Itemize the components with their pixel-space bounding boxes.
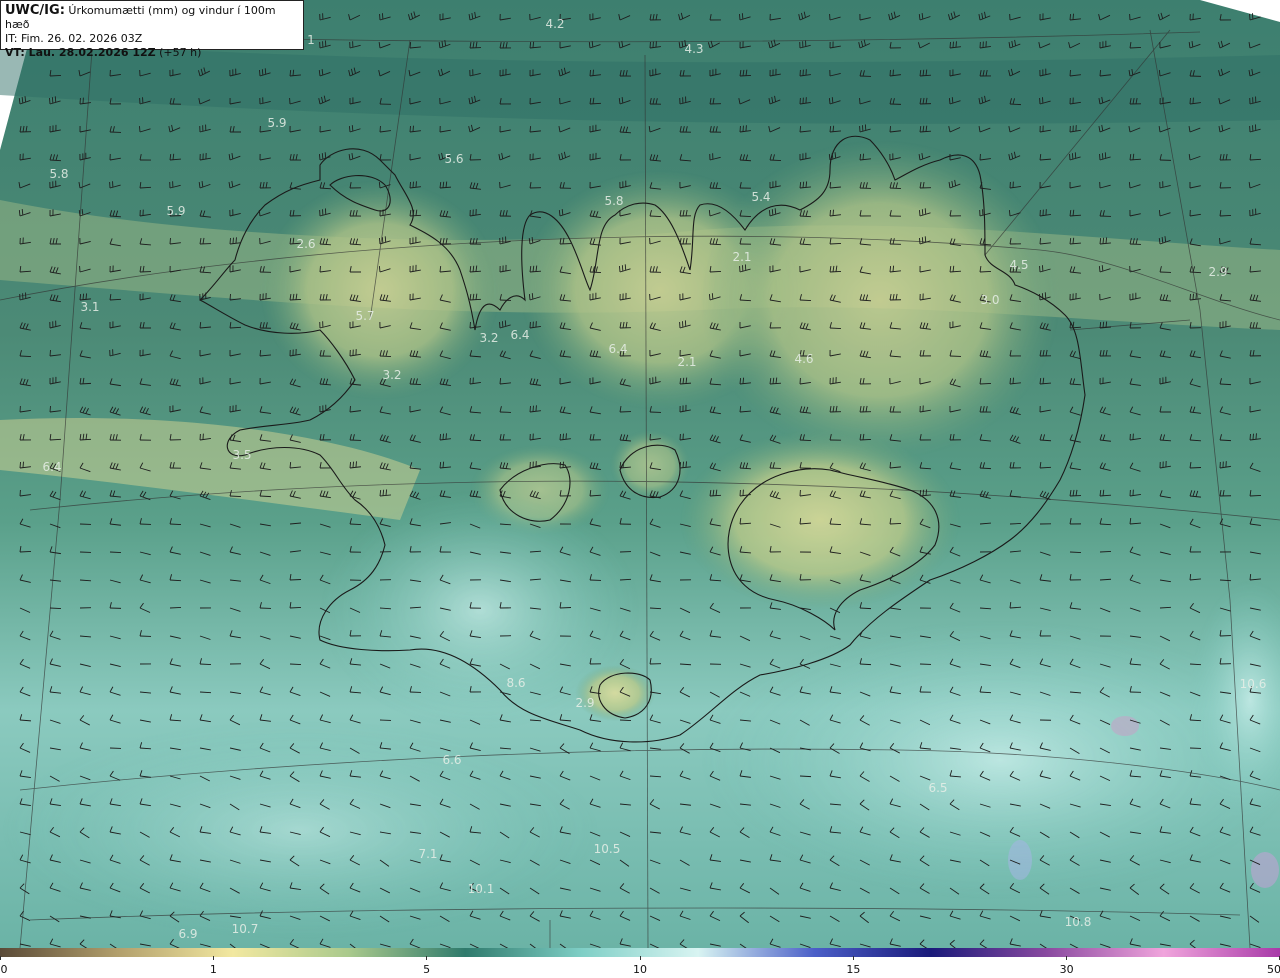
colorbar-tick-label: 5 — [423, 963, 431, 976]
precip-value-label: 2.1 — [732, 250, 751, 264]
wind-barb — [109, 551, 122, 553]
precip-value-label: 3.1 — [80, 300, 99, 314]
colorbar-tick-label: 0 — [0, 963, 8, 976]
product-code: UWC/IG: — [5, 3, 65, 18]
wind-barb — [1009, 522, 1022, 525]
precip-value-label: 2.9 — [1208, 265, 1227, 279]
precip-value-label: 5.4 — [751, 190, 770, 204]
precip-value-label: 10.6 — [1240, 677, 1267, 691]
precip-value-label: 2.1 — [677, 355, 696, 369]
precip-value-label: 1 — [307, 33, 315, 47]
precip-value-label: 10.5 — [594, 842, 621, 856]
wind-barb — [289, 663, 302, 665]
wind-barb — [1099, 550, 1112, 553]
precip-value-label: 5.9 — [267, 116, 286, 130]
precip-value-label: 6.9 — [178, 927, 197, 941]
colorbar-tick-mark — [426, 956, 428, 960]
colorbar-tick-label: 10 — [633, 963, 647, 976]
colorbar-tick-mark — [0, 956, 1, 960]
precip-value-label: 6.4 — [608, 342, 627, 356]
precip-value-label: 6.4 — [42, 460, 61, 474]
wind-barb — [169, 607, 182, 609]
precip-value-label: 2.6 — [296, 237, 315, 251]
wind-barb — [799, 775, 812, 778]
precip-value-label: 7.1 — [418, 847, 437, 861]
precip-value-label: 5.7 — [355, 309, 374, 323]
precip-value-label: 3.0 — [980, 293, 999, 307]
precip-value-label: 5.8 — [604, 194, 623, 208]
wind-barb — [199, 691, 212, 694]
colorbar-tick-label: 15 — [846, 963, 861, 976]
precip-value-label: 2.9 — [575, 696, 594, 710]
precip-value-label: 3.2 — [479, 331, 498, 345]
precip-value-label: 3.2 — [382, 368, 401, 382]
precip-value-label: 8.6 — [506, 676, 525, 690]
precip-value-label: 5.6 — [444, 152, 463, 166]
precip-value-label: 4.3 — [684, 42, 703, 56]
colorbar-tick-label: 50 — [1267, 963, 1280, 976]
precip-value-label: 4.5 — [1009, 258, 1028, 272]
valid-time: VT: Lau. 28.02.2026 12Z — [5, 46, 156, 59]
wind-barb — [49, 607, 62, 609]
precipitation-wind-map: 4.2 4.3 1 5.9 5.6 5.8 5.9 5.8 5.4 2.6 2.1 4.5 2.9 3.0… — [0, 0, 1280, 948]
colorbar: 0 1 5 10 15 30 50 — [0, 948, 1280, 978]
precip-value-label: 5.9 — [166, 204, 185, 218]
precip-value-label: 10.1 — [468, 882, 495, 896]
precip-value-label: 4.6 — [794, 352, 813, 366]
precip-value-label: 3.5 — [232, 448, 251, 462]
colorbar-tick-mark — [852, 956, 854, 960]
colorbar-tick-label: 1 — [209, 963, 217, 976]
map-header: UWC/IG: Úrkomumætti (mm) og vindur í 100… — [0, 0, 304, 59]
precip-value-label: 6.4 — [510, 328, 529, 342]
precip-value-label: 10.7 — [232, 922, 259, 936]
colorbar-tick-mark — [1065, 956, 1067, 960]
wind-barb — [619, 719, 632, 722]
precip-value-label: 6.5 — [928, 781, 947, 795]
title-line: UWC/IG: Úrkomumætti (mm) og vindur í 100… — [5, 4, 299, 32]
initial-time: IT: Fim. 26. 02. 2026 03Z — [5, 32, 143, 45]
colorbar-tick-mark — [639, 956, 641, 960]
precip-value-label: 4.2 — [545, 17, 564, 31]
valid-time-line: VT: Lau. 28.02.2026 12Z (+57 h) — [5, 46, 299, 60]
lead-time: (+57 h) — [159, 46, 202, 59]
precip-value-label: 5.8 — [49, 167, 68, 181]
colorbar-tick-mark — [213, 956, 215, 960]
wind-barb — [1069, 551, 1082, 554]
precip-value-label: 10.8 — [1065, 915, 1092, 929]
precip-value-label: 6.6 — [442, 753, 461, 767]
colorbar-tick-label: 30 — [1059, 963, 1074, 976]
